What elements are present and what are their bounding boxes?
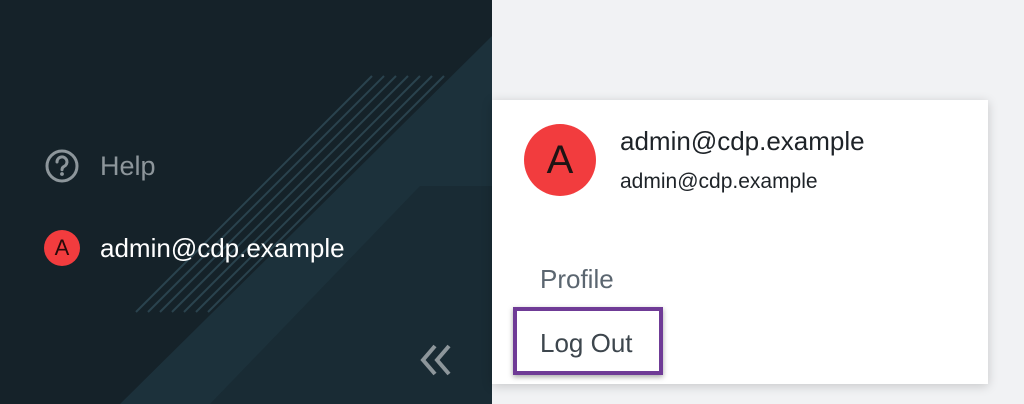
- profile-menu-item[interactable]: Profile: [540, 264, 614, 295]
- collapse-sidebar-button[interactable]: [414, 340, 458, 384]
- sidebar: Help A admin@cdp.example: [0, 0, 492, 404]
- help-circle-icon: [44, 148, 80, 184]
- user-menu-email: admin@cdp.example: [620, 170, 818, 193]
- double-chevron-left-icon: [416, 340, 456, 385]
- user-menu-dropdown: A admin@cdp.example admin@cdp.example Pr…: [492, 100, 988, 384]
- sidebar-item-user-label: admin@cdp.example: [100, 232, 345, 263]
- sidebar-item-help[interactable]: Help: [44, 148, 156, 184]
- sidebar-item-user[interactable]: A admin@cdp.example: [44, 230, 345, 266]
- user-menu-avatar: A: [524, 124, 596, 196]
- user-menu-name: admin@cdp.example: [620, 126, 865, 156]
- avatar: A: [44, 230, 80, 266]
- logout-menu-item[interactable]: Log Out: [540, 328, 633, 359]
- sidebar-item-help-label: Help: [100, 150, 156, 181]
